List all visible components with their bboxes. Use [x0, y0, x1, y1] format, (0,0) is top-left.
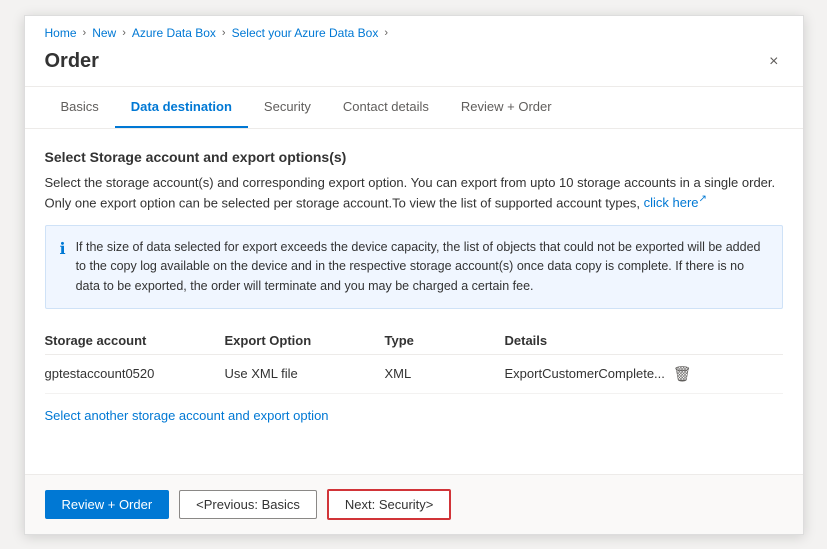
external-link-icon: ↗	[699, 194, 707, 205]
next-security-button[interactable]: Next: Security>	[327, 489, 452, 520]
table-header: Storage account Export Option Type Detai…	[45, 327, 783, 355]
breadcrumb-new[interactable]: New	[92, 26, 116, 40]
section-description: Select the storage account(s) and corres…	[45, 173, 783, 213]
breadcrumb-sep-1: ›	[83, 27, 87, 39]
cell-details: ExportCustomerComplete... 🗑	[505, 365, 783, 383]
breadcrumb-sep-2: ›	[122, 27, 126, 39]
col-details: Details	[505, 333, 783, 348]
col-export-option: Export Option	[225, 333, 385, 348]
breadcrumb: Home › New › Azure Data Box › Select you…	[25, 16, 803, 46]
cell-export-option: Use XML file	[225, 366, 385, 381]
col-storage-account: Storage account	[45, 333, 225, 348]
cell-type: XML	[385, 366, 505, 381]
tab-contact-details[interactable]: Contact details	[327, 87, 445, 128]
previous-button[interactable]: <Previous: Basics	[179, 490, 317, 519]
breadcrumb-sep-3: ›	[222, 27, 226, 39]
review-order-button[interactable]: Review + Order	[45, 490, 170, 519]
tab-bar: Basics Data destination Security Contact…	[25, 87, 803, 129]
info-icon: ℹ	[60, 239, 66, 259]
tab-security[interactable]: Security	[248, 87, 327, 128]
delete-row-button[interactable]: 🗑	[673, 365, 692, 383]
info-box: ℹ If the size of data selected for expor…	[45, 225, 783, 309]
details-text: ExportCustomerComplete...	[505, 366, 665, 381]
breadcrumb-sep-4: ›	[384, 27, 388, 39]
table-row: gptestaccount0520 Use XML file XML Expor…	[45, 355, 783, 394]
section-title: Select Storage account and export option…	[45, 149, 783, 165]
page-title: Order	[45, 50, 99, 73]
breadcrumb-select-azure[interactable]: Select your Azure Data Box	[232, 26, 379, 40]
breadcrumb-home[interactable]: Home	[45, 26, 77, 40]
tab-review-order[interactable]: Review + Order	[445, 87, 568, 128]
main-content: Select Storage account and export option…	[25, 129, 803, 474]
close-button[interactable]: ×	[765, 50, 782, 74]
tab-basics[interactable]: Basics	[45, 87, 115, 128]
col-type: Type	[385, 333, 505, 348]
tab-data-destination[interactable]: Data destination	[115, 87, 248, 128]
modal-header: Order ×	[25, 46, 803, 86]
info-box-text: If the size of data selected for export …	[76, 238, 768, 296]
footer: Review + Order <Previous: Basics Next: S…	[25, 474, 803, 534]
click-here-link[interactable]: click here↗	[644, 195, 707, 210]
breadcrumb-azure-data-box[interactable]: Azure Data Box	[132, 26, 216, 40]
add-storage-account-link[interactable]: Select another storage account and expor…	[45, 408, 329, 423]
storage-table: Storage account Export Option Type Detai…	[45, 327, 783, 394]
cell-storage-account: gptestaccount0520	[45, 366, 225, 381]
